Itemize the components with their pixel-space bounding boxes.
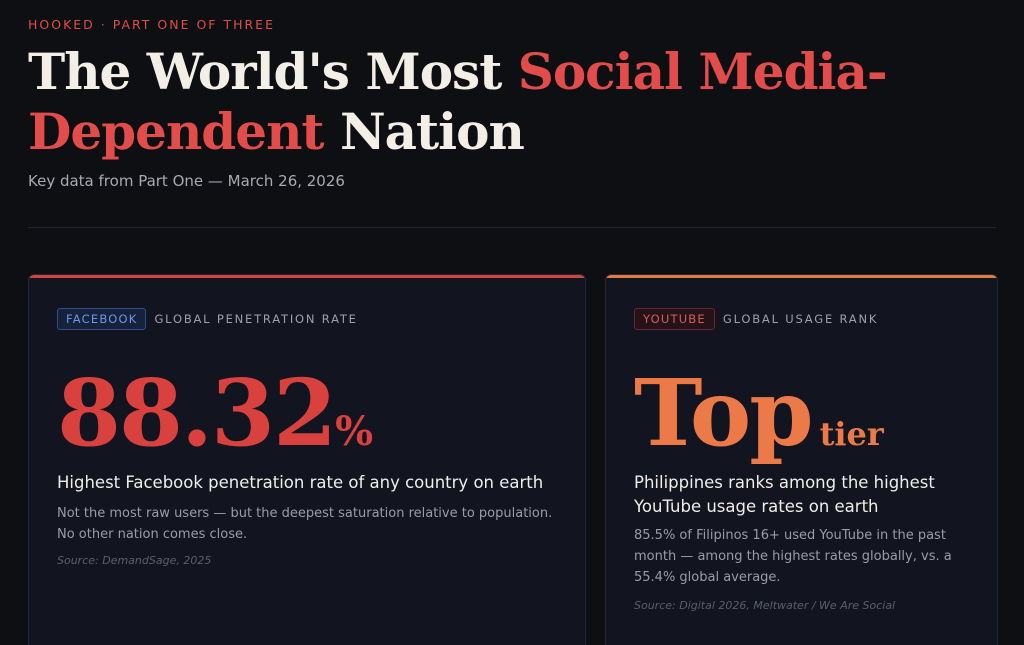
card-source: Source: DemandSage, 2025 <box>57 554 212 567</box>
card-tag-row: YOUTUBE GLOBAL USAGE RANK <box>634 308 878 330</box>
card-tag-description: GLOBAL PENETRATION RATE <box>154 312 358 326</box>
big-stat: Top tier <box>634 363 884 484</box>
title-accent-2: Dependent <box>28 102 325 161</box>
big-stat-suffix: tier <box>819 415 884 453</box>
facebook-tag: FACEBOOK <box>57 308 147 330</box>
youtube-tag: YOUTUBE <box>634 308 715 330</box>
card-source: Source: Digital 2026, Meltwater / We Are… <box>634 599 896 612</box>
card-body: Not the most raw users — but the deepest… <box>57 506 553 542</box>
page: HOOKED · PART ONE OF THREE The World's M… <box>0 0 1024 645</box>
page-subtitle: Key data from Part One — March 26, 2026 <box>28 172 345 190</box>
facebook-stat-card: FACEBOOK GLOBAL PENETRATION RATE 88.32% … <box>28 274 586 645</box>
big-stat-value: Top <box>634 359 814 467</box>
card-body: 85.5% of Filipinos 16+ used YouTube in t… <box>634 528 952 585</box>
big-stat: 88.32% <box>57 363 373 482</box>
divider <box>28 227 996 228</box>
series-kicker: HOOKED · PART ONE OF THREE <box>28 17 275 32</box>
card-tag-row: FACEBOOK GLOBAL PENETRATION RATE <box>57 308 358 330</box>
card-tag-description: GLOBAL USAGE RANK <box>722 312 879 326</box>
big-stat-suffix: % <box>335 408 374 455</box>
youtube-stat-card: YOUTUBE GLOBAL USAGE RANK Top tier Philip… <box>605 274 998 645</box>
big-stat-value: 88.32 <box>57 359 337 467</box>
card-headline: Philippines ranks among the highest YouT… <box>634 473 935 516</box>
title-part-1: The World's Most <box>28 42 518 101</box>
card-accent-bar <box>606 275 997 278</box>
card-accent-bar <box>29 275 585 278</box>
page-title: The World's Most Social Media- Dependent … <box>28 42 928 162</box>
title-accent-1: Social Media- <box>517 42 888 101</box>
card-headline: Highest Facebook penetration rate of any… <box>57 473 544 492</box>
title-part-2: Nation <box>323 102 525 161</box>
